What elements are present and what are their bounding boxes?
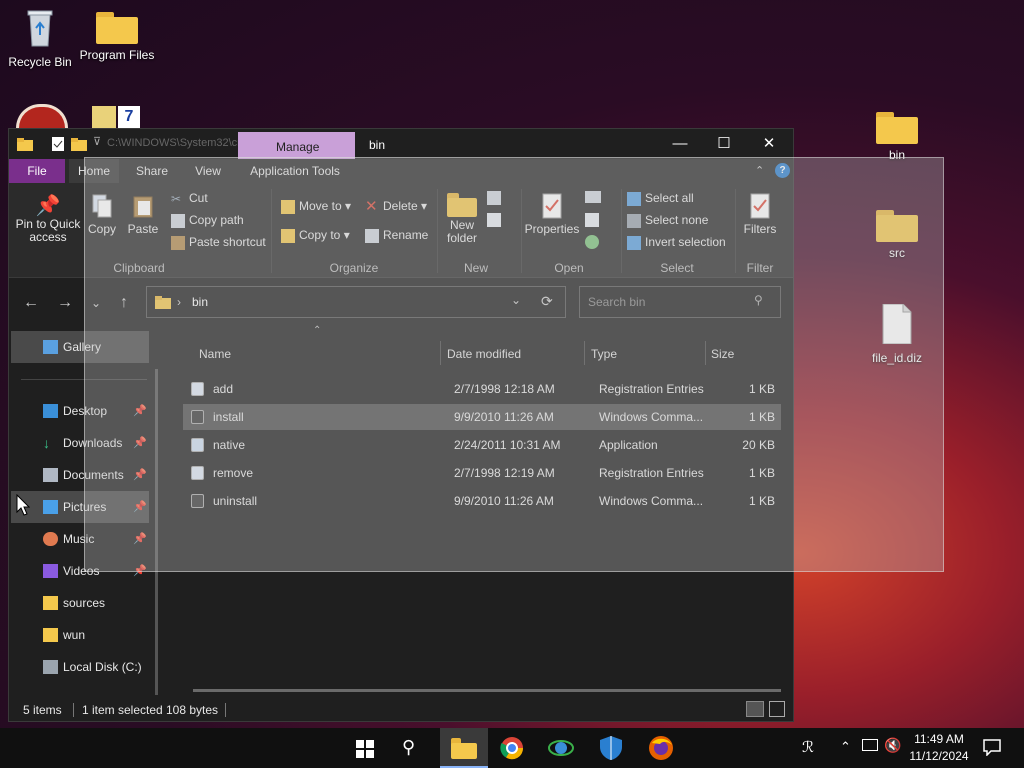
file-explorer-icon (451, 738, 477, 759)
music-icon (43, 532, 58, 546)
divider (225, 703, 226, 717)
pictures-icon (43, 500, 58, 514)
details-view-icon[interactable] (746, 701, 764, 717)
drive-icon (43, 660, 58, 674)
recycle-bin-label: Recycle Bin (8, 55, 72, 69)
folder-icon (876, 112, 918, 144)
divider (73, 703, 74, 717)
close-button[interactable]: ✕ (746, 129, 792, 159)
selected-size: 108 bytes (166, 703, 219, 717)
taskbar: ⚲ ℛ ⌃ 🔇 11:49 AM 11/12/2024 (0, 728, 1024, 768)
nav-item-sources[interactable]: sources (11, 587, 149, 619)
people-icon[interactable]: ℛ (802, 738, 814, 756)
folder-icon (96, 12, 138, 44)
recycle-bin-icon (27, 10, 53, 47)
recycle-bin-desktop-icon[interactable]: Recycle Bin (0, 8, 80, 69)
nav-label: Local Disk (C:) (63, 660, 142, 674)
clock-time: 11:49 AM (914, 732, 964, 746)
new-folder-icon[interactable] (71, 136, 87, 152)
clock[interactable]: 11:49 AM 11/12/2024 (900, 731, 978, 765)
item-count: 5 items (23, 703, 62, 717)
folder-icon (43, 628, 58, 642)
nav-label: wun (63, 628, 86, 642)
pin-icon: 📌 (35, 195, 61, 217)
pin-label: Pin to Quick access (15, 217, 81, 244)
download-icon: ↓ (43, 435, 50, 451)
desktop-icon (43, 404, 58, 418)
app-icon-partial[interactable] (16, 104, 68, 131)
maximize-button[interactable]: ☐ (701, 129, 747, 159)
archive-icon-partial[interactable] (92, 106, 116, 128)
tab-file[interactable]: File (9, 159, 65, 183)
pin-quick-access-button[interactable]: 📌 Pin to Quick access (13, 193, 83, 244)
program-files-label: Program Files (79, 48, 155, 62)
selected-count: 1 item selected (82, 703, 163, 717)
window-ghost-overlay (84, 157, 944, 572)
firefox-icon[interactable] (648, 735, 674, 761)
bin-desktop-icon[interactable]: bin (857, 108, 937, 162)
nav-item-wun[interactable]: wun (11, 619, 149, 651)
volume-muted-icon[interactable]: 🔇 (884, 737, 901, 754)
horizontal-scrollbar[interactable] (193, 689, 781, 692)
folder-icon (17, 138, 33, 151)
forward-button[interactable]: → (55, 293, 75, 313)
large-icons-view-icon[interactable] (769, 701, 785, 717)
nav-item-local-disk[interactable]: Local Disk (C:) (11, 651, 149, 683)
notifications-icon[interactable] (983, 739, 1001, 756)
properties-icon[interactable] (51, 136, 65, 152)
program-files-desktop-icon[interactable]: Program Files (77, 8, 157, 62)
clock-date: 11/12/2024 (909, 749, 969, 763)
status-bar: 5 items 1 item selected 108 bytes (9, 699, 793, 721)
videos-icon (43, 564, 58, 578)
sevenzip-icon-partial[interactable]: 7 (118, 106, 140, 128)
back-button[interactable]: ← (21, 293, 41, 313)
window-title: bin (369, 138, 386, 152)
network-icon[interactable] (862, 739, 878, 751)
minimize-button[interactable]: — (657, 129, 703, 159)
folder-icon (43, 596, 58, 610)
customize-qat-icon[interactable]: ⊽ (93, 135, 101, 148)
windows-start-icon[interactable] (356, 740, 374, 758)
documents-icon (43, 468, 58, 482)
manage-tab[interactable]: Manage (238, 132, 355, 159)
nav-label: sources (63, 596, 106, 610)
mouse-cursor-icon (16, 494, 30, 516)
search-icon[interactable]: ⚲ (402, 737, 415, 758)
gallery-icon (43, 340, 58, 354)
ie-network-icon[interactable] (548, 736, 574, 760)
chrome-icon[interactable] (500, 736, 524, 760)
title-bar: ⊽ C:\WINDOWS\System32\cmd.exe Manage bin… (9, 129, 793, 159)
chevron-up-icon[interactable]: ⌃ (840, 739, 851, 755)
security-shield-icon[interactable] (599, 735, 623, 761)
taskbar-file-explorer[interactable] (440, 728, 488, 768)
